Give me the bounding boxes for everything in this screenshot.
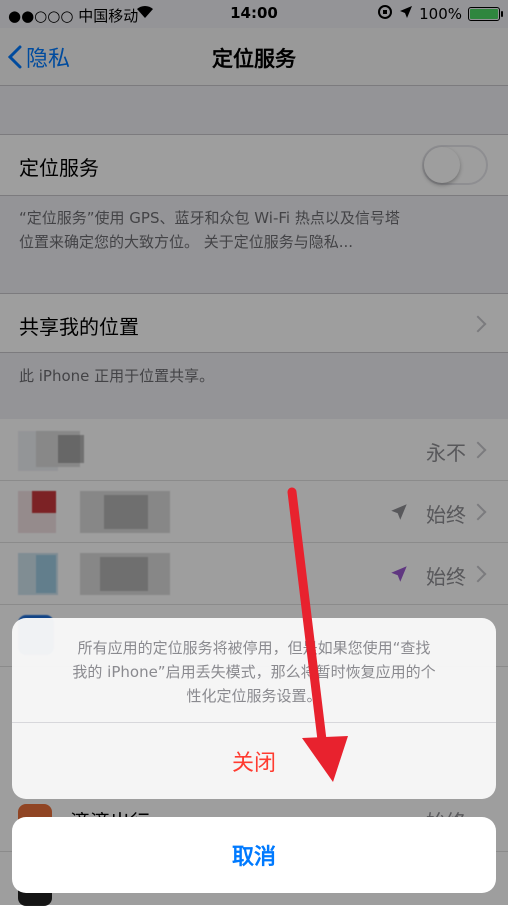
action-sheet: 所有应用的定位服务将被停用，但是如果您使用“查找 我的 iPhone”启用丢失模… (12, 618, 496, 799)
turn-off-button[interactable]: 关闭 (12, 723, 496, 799)
watermark-logo: Bai 经验 (423, 875, 490, 894)
action-sheet-message: 所有应用的定位服务将被停用，但是如果您使用“查找 我的 iPhone”启用丢失模… (12, 618, 496, 723)
message-line: 性化定位服务设置。 (186, 687, 322, 705)
message-line: 我的 iPhone”启用丢失模式，那么将暂时恢复应用的个 (72, 663, 436, 681)
message-line: 所有应用的定位服务将被停用，但是如果您使用“查找 (77, 639, 431, 657)
